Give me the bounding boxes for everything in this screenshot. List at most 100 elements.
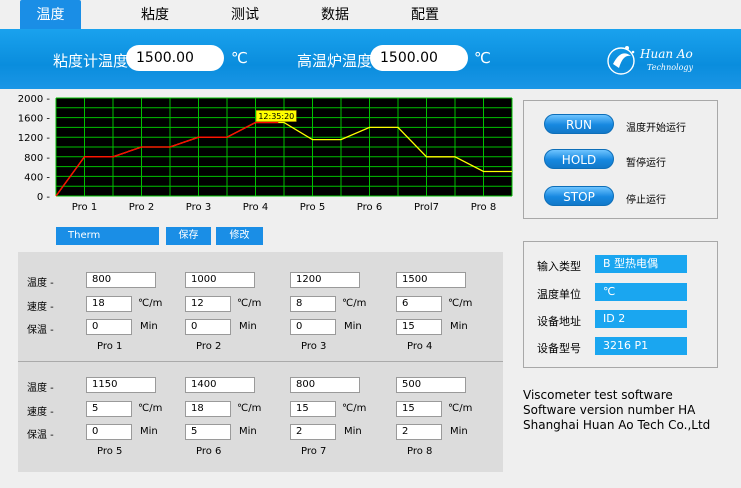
segment-rate-input[interactable]: 18 — [86, 296, 132, 312]
profile-row-label: 速度 - — [27, 302, 54, 313]
y-tick-label: 800 - — [24, 153, 50, 164]
segment-hold-unit: Min — [239, 321, 257, 332]
segment-temp-input[interactable]: 1400 — [185, 377, 255, 393]
time-marker-label: 12:35:20 — [258, 112, 294, 121]
segment-hold-input[interactable]: 2 — [396, 424, 442, 440]
segment-name: Pro 8 — [407, 446, 433, 457]
tab-data[interactable]: 数据 — [305, 0, 365, 29]
tab-temperature[interactable]: 温度 — [20, 0, 81, 29]
software-version: Software version number HA — [523, 403, 696, 417]
segment-hold-input[interactable]: 15 — [396, 319, 442, 335]
segment-rate-unit: ℃/m — [138, 298, 163, 309]
segment-temp-input[interactable]: 1150 — [86, 377, 156, 393]
x-category-label: Pro 8 — [471, 202, 496, 213]
save-button[interactable]: 保存 — [166, 227, 211, 245]
panel-divider — [18, 361, 503, 362]
segment-temp-input[interactable]: 800 — [290, 377, 360, 393]
furnace-temp-field: 1500.00 — [370, 45, 468, 71]
segment-rate-input[interactable]: 15 — [396, 401, 442, 417]
segment-hold-input[interactable]: 0 — [86, 319, 132, 335]
temperature-chart: 2000 - 1600 - 1200 - 800 - 400 - 0 - Pro 1 Pro … — [18, 94, 513, 213]
x-category-label: Pro 6 — [357, 202, 382, 213]
segment-temp-input[interactable]: 1000 — [185, 272, 255, 288]
software-info: Viscometer test software Software versio… — [523, 388, 710, 433]
segment-hold-input[interactable]: 5 — [185, 424, 231, 440]
segment-hold-input[interactable]: 2 — [290, 424, 336, 440]
hold-description: 暂停运行 — [626, 158, 666, 169]
segment-hold-unit: Min — [344, 426, 362, 437]
modify-button[interactable]: 修改 — [216, 227, 263, 245]
segment-rate-input[interactable]: 8 — [290, 296, 336, 312]
profile-row-label: 保温 - — [27, 325, 54, 336]
logo-text-main: Huan Ao — [639, 47, 693, 61]
device-info-panel: 输入类型 B 型热电偶 温度单位 ℃ 设备地址 ID 2 设备型号 3216 P… — [523, 241, 718, 368]
segment-hold-input[interactable]: 0 — [86, 424, 132, 440]
segment-hold-input[interactable]: 0 — [290, 319, 336, 335]
stop-button[interactable]: STOP — [544, 186, 614, 206]
furnace-temp-unit: ℃ — [474, 49, 491, 67]
segment-rate-input[interactable]: 18 — [185, 401, 231, 417]
profile-row-label: 温度 - — [27, 278, 54, 289]
segment-temp-input[interactable]: 500 — [396, 377, 466, 393]
temp-unit-value: ℃ — [595, 283, 687, 301]
segment-rate-input[interactable]: 12 — [185, 296, 231, 312]
company-logo: Huan Ao Technology — [607, 46, 694, 75]
segment-rate-unit: ℃/m — [448, 298, 473, 309]
x-category-label: Prol7 — [414, 202, 439, 213]
viscometer-temp-unit: ℃ — [231, 49, 248, 67]
run-description: 温度开始运行 — [626, 123, 686, 134]
device-address-label: 设备地址 — [537, 315, 581, 328]
segment-rate-unit: ℃/m — [237, 298, 262, 309]
run-control-panel: RUN 温度开始运行 HOLD 暂停运行 STOP 停止运行 — [523, 100, 718, 219]
segment-rate-unit: ℃/m — [138, 403, 163, 414]
company-name: Shanghai Huan Ao Tech Co.,Ltd — [523, 418, 711, 432]
profile-row-label: 保温 - — [27, 430, 54, 441]
therm-button[interactable]: Therm — [56, 227, 159, 245]
segment-name: Pro 7 — [301, 446, 327, 457]
software-name: Viscometer test software — [523, 388, 673, 402]
device-model-value: 3216 P1 — [595, 337, 687, 355]
segment-hold-input[interactable]: 0 — [185, 319, 231, 335]
y-tick-label: 0 - — [37, 192, 51, 203]
x-category-label: Pro 4 — [243, 202, 268, 213]
run-button[interactable]: RUN — [544, 114, 614, 134]
y-tick-label: 400 - — [24, 172, 50, 183]
viscometer-temp-field: 1500.00 — [126, 45, 224, 71]
segment-rate-unit: ℃/m — [237, 403, 262, 414]
input-type-value: B 型热电偶 — [595, 255, 687, 273]
stop-description: 停止运行 — [626, 195, 666, 206]
logo-text-sub: Technology — [647, 63, 694, 72]
segment-temp-input[interactable]: 1200 — [290, 272, 360, 288]
segment-rate-unit: ℃/m — [342, 298, 367, 309]
segment-temp-input[interactable]: 800 — [86, 272, 156, 288]
tab-bar: 温度 粘度 测试 数据 配置 — [0, 0, 741, 29]
segment-name: Pro 4 — [407, 341, 433, 352]
tab-config[interactable]: 配置 — [395, 0, 455, 29]
segment-hold-unit: Min — [140, 321, 158, 332]
segment-rate-input[interactable]: 5 — [86, 401, 132, 417]
segment-name: Pro 5 — [97, 446, 123, 457]
furnace-temp-label: 高温炉温度 — [297, 52, 373, 70]
segment-hold-unit: Min — [239, 426, 257, 437]
tab-viscosity[interactable]: 粘度 — [125, 0, 185, 29]
segment-rate-input[interactable]: 6 — [396, 296, 442, 312]
x-category-label: Pro 5 — [300, 202, 325, 213]
segment-rate-input[interactable]: 15 — [290, 401, 336, 417]
x-category-label: Pro 2 — [129, 202, 154, 213]
segment-rate-unit: ℃/m — [448, 403, 473, 414]
segment-hold-unit: Min — [450, 321, 468, 332]
header-bar: 粘度计温度 1500.00 ℃ 高温炉温度 1500.00 ℃ Huan Ao … — [0, 29, 741, 89]
segment-name: Pro 6 — [196, 446, 222, 457]
temp-unit-label: 温度单位 — [537, 288, 581, 301]
viscometer-temp-label: 粘度计温度 — [53, 52, 129, 70]
profile-row-label: 速度 - — [27, 407, 54, 418]
device-model-label: 设备型号 — [537, 342, 581, 355]
hold-button[interactable]: HOLD — [544, 149, 614, 169]
segment-name: Pro 3 — [301, 341, 327, 352]
segment-hold-unit: Min — [140, 426, 158, 437]
segment-temp-input[interactable]: 1500 — [396, 272, 466, 288]
segment-name: Pro 1 — [97, 341, 123, 352]
y-tick-label: 1600 - — [18, 114, 51, 125]
tab-test[interactable]: 测试 — [215, 0, 275, 29]
segment-rate-unit: ℃/m — [342, 403, 367, 414]
